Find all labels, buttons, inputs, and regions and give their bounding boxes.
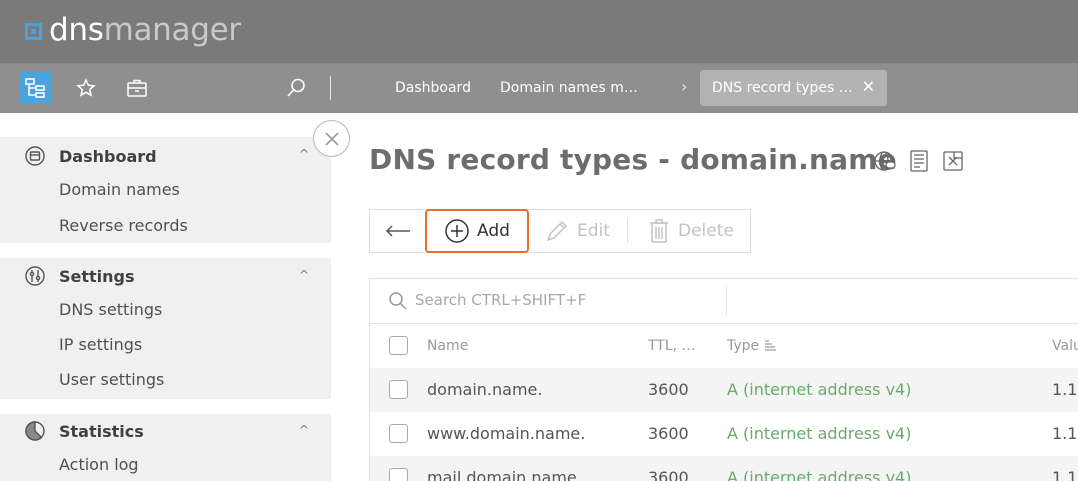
globe-link-icon[interactable] [873,149,897,173]
cell-type: A (internet address v4) [727,468,912,481]
close-icon [324,131,339,146]
sidebar-group-header[interactable]: Settings [24,264,135,288]
arrow-left-icon [385,225,410,237]
logo-text-manager: manager [103,12,242,48]
close-tab-icon[interactable]: ✕ [862,79,875,95]
action-toolbar: Add Edit Delete [369,209,751,253]
sidebar-group-header[interactable]: Statistics [24,419,144,443]
tasks-button[interactable] [121,72,153,104]
back-button[interactable] [370,210,425,252]
cell-ttl: 3600 [648,380,689,399]
search-icon [389,292,407,310]
column-header-type-label: Type [727,338,760,354]
search-icon [287,78,305,97]
sidebar-group-dashboard: Dashboard ^ Domain names Reverse records [0,137,331,243]
table-row[interactable]: www.domain.name. 3600 A (internet addres… [370,412,1078,456]
collapse-caret-icon[interactable]: ^ [299,147,309,161]
briefcase-icon [127,79,147,97]
pencil-icon [546,220,568,242]
cell-value: 1.1. [1052,468,1078,481]
delete-button[interactable]: Delete [648,210,734,252]
cell-ttl: 3600 [648,468,689,481]
cell-value: 1.1. [1052,424,1078,443]
row-checkbox[interactable] [389,424,408,443]
sidebar-group-header[interactable]: Dashboard [24,144,157,168]
column-header-value[interactable]: Valu [1052,324,1078,368]
cell-type: A (internet address v4) [727,380,912,399]
search-divider [726,287,727,316]
sidebar: Dashboard ^ Domain names Reverse records… [0,113,331,481]
cell-type: A (internet address v4) [727,424,912,443]
app-logo[interactable]: dnsmanager [25,12,241,48]
select-all-checkbox[interactable] [389,336,408,355]
sidebar-item-reverse-records[interactable]: Reverse records [59,216,188,235]
records-table: Search CTRL+SHIFT+F Name TTL, … Type Val… [369,278,1078,481]
row-checkbox[interactable] [389,380,408,399]
menu-tree-button[interactable] [19,72,51,104]
app-header: dnsmanager [0,0,1078,63]
logo-text-dns: dns [49,12,104,48]
settings-icon [24,265,46,287]
star-icon [76,78,96,97]
sidebar-group-statistics: Statistics ^ Action log [0,414,331,481]
sidebar-group-settings: Settings ^ DNS settings IP settings User… [0,258,331,399]
tab-dns-record-types[interactable]: DNS record types … ✕ [700,70,887,106]
add-button[interactable]: Add [425,209,529,253]
sidebar-group-title: Statistics [59,421,144,441]
favorites-button[interactable] [70,72,102,104]
tab-label: DNS record types … [712,80,853,96]
collapse-caret-icon[interactable]: ^ [299,268,309,282]
table-search: Search CTRL+SHIFT+F [370,279,1078,324]
document-list-icon[interactable] [907,149,931,173]
plus-circle-icon [445,219,469,243]
tree-icon [25,78,45,98]
sidebar-item-action-log[interactable]: Action log [59,455,139,474]
sidebar-group-title: Settings [59,266,135,286]
table-header: Name TTL, … Type Valu [370,324,1078,368]
page-title: DNS record types - domain.name [369,143,897,176]
logo-mark-icon [25,23,42,40]
sidebar-item-dns-settings[interactable]: DNS settings [59,300,162,319]
cell-value: 1.1. [1052,380,1078,399]
row-checkbox[interactable] [389,468,408,481]
sidebar-item-user-settings[interactable]: User settings [59,370,164,389]
table-row[interactable]: mail.domain.name. 3600 A (internet addre… [370,456,1078,481]
column-header-name[interactable]: Name [427,324,468,368]
table-row[interactable]: domain.name. 3600 A (internet address v4… [370,368,1078,412]
delete-button-label: Delete [678,221,734,241]
sort-icon [764,340,776,351]
sidebar-item-ip-settings[interactable]: IP settings [59,335,142,354]
trash-icon [650,219,668,243]
column-header-ttl[interactable]: TTL, … [648,324,696,368]
column-header-type[interactable]: Type [727,324,777,368]
excel-export-icon[interactable] [941,149,965,173]
dashboard-icon [24,145,46,167]
toolbar-divider [330,76,331,100]
cell-name: domain.name. [427,380,543,399]
sidebar-group-title: Dashboard [59,146,157,166]
search-input[interactable]: Search CTRL+SHIFT+F [415,291,586,309]
tab-domain-names[interactable]: Domain names m… [500,63,638,113]
toolbar: Dashboard Domain names m… › DNS record t… [0,63,1078,113]
cell-name: www.domain.name. [427,424,586,443]
cell-ttl: 3600 [648,424,689,443]
search-button[interactable] [280,72,312,104]
sidebar-item-domain-names[interactable]: Domain names [59,180,180,199]
collapse-caret-icon[interactable]: ^ [299,423,309,437]
close-sidebar-button[interactable] [313,120,350,157]
title-actions [873,149,975,173]
edit-button[interactable]: Edit [545,210,610,252]
toolbar-divider [627,219,628,243]
chevron-right-icon: › [681,77,688,96]
tab-dashboard[interactable]: Dashboard [395,63,471,113]
edit-button-label: Edit [577,221,610,241]
statistics-icon [24,420,46,442]
cell-name: mail.domain.name. [427,468,582,481]
add-button-label: Add [477,221,510,241]
